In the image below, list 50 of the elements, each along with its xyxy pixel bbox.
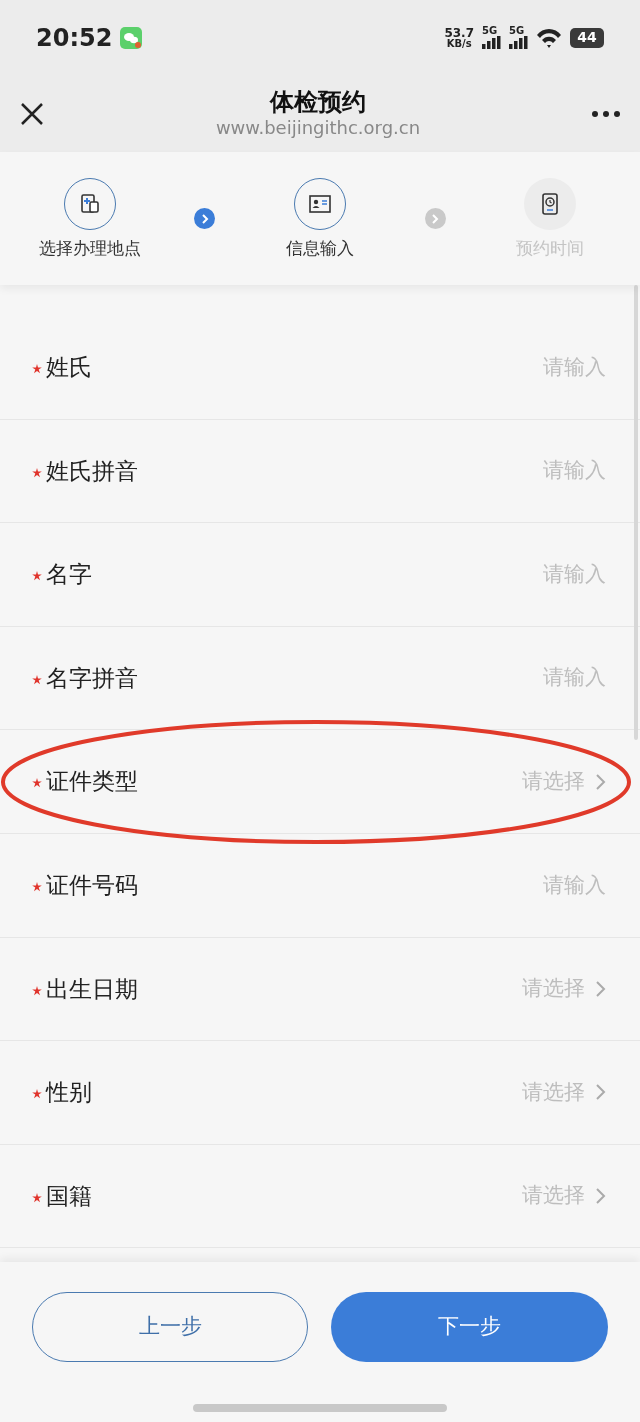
asterisk-icon bbox=[32, 364, 42, 374]
wifi-icon bbox=[536, 26, 562, 49]
field-label: 证件号码 bbox=[46, 871, 138, 900]
field-label: 证件类型 bbox=[46, 767, 138, 797]
network-type: 5G bbox=[482, 26, 498, 36]
asterisk-icon bbox=[32, 1089, 42, 1100]
field-label: 名字 bbox=[46, 560, 92, 590]
id-card-icon bbox=[308, 192, 332, 216]
text-input-field[interactable]: 请输入 bbox=[406, 662, 606, 694]
signal-icon bbox=[482, 36, 501, 49]
close-icon bbox=[20, 101, 44, 126]
field-label: 姓氏 bbox=[46, 353, 92, 383]
field-label: 名字拼音 bbox=[46, 663, 138, 693]
chevron-right-icon bbox=[595, 979, 606, 998]
network-type: 5G bbox=[509, 26, 525, 36]
field-label: 出生日期 bbox=[46, 974, 138, 1004]
text-input-field[interactable]: 请输入 bbox=[406, 455, 606, 487]
field-label: 国籍 bbox=[46, 1181, 92, 1211]
network-speed: 53.7 bbox=[444, 26, 474, 39]
chevron-right-icon bbox=[595, 1187, 606, 1206]
text-input-field[interactable]: 请输入 bbox=[406, 869, 606, 901]
chevron-right-icon bbox=[595, 772, 606, 791]
asterisk-icon bbox=[32, 467, 42, 478]
asterisk-icon bbox=[32, 881, 42, 892]
select-field[interactable]: 请选择 bbox=[522, 1180, 606, 1212]
page-url: www.beijingithc.org.cn bbox=[215, 117, 421, 139]
asterisk-icon bbox=[32, 674, 42, 685]
text-input-field[interactable]: 请输入 bbox=[406, 558, 606, 591]
close-button[interactable] bbox=[20, 101, 44, 126]
chat-app-icon bbox=[120, 26, 143, 49]
select-field[interactable]: 请选择 bbox=[522, 973, 606, 1005]
step-label: 信息输入 bbox=[286, 237, 354, 260]
asterisk-icon bbox=[32, 778, 42, 789]
select-field[interactable]: 请选择 bbox=[522, 1076, 606, 1109]
battery-level: 44 bbox=[570, 27, 604, 48]
field-label: 姓氏拼音 bbox=[46, 456, 138, 486]
asterisk-icon bbox=[32, 571, 42, 582]
asterisk-icon bbox=[32, 1192, 42, 1203]
signal-icon bbox=[509, 36, 528, 49]
page-title: 体检预约 bbox=[270, 88, 366, 118]
step-label: 选择办理地点 bbox=[38, 237, 141, 260]
field-label: 性别 bbox=[46, 1078, 92, 1108]
select-field[interactable]: 请选择 bbox=[522, 765, 606, 798]
asterisk-icon bbox=[32, 985, 42, 996]
text-input-field[interactable]: 请输入 bbox=[406, 351, 606, 384]
status-time: 20:52 bbox=[36, 22, 113, 54]
more-icon bbox=[592, 111, 620, 117]
next-button[interactable]: 下一步 bbox=[331, 1292, 608, 1362]
chevron-right-icon bbox=[595, 1083, 606, 1102]
network-speed-unit: KB/s bbox=[446, 38, 472, 49]
